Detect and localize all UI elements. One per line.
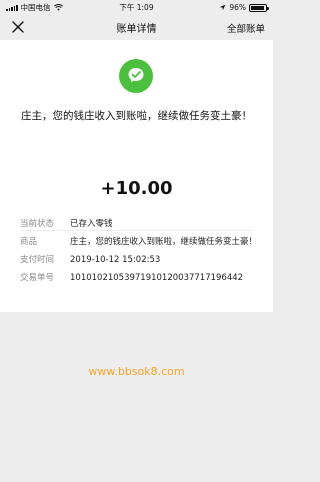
- status-bar: 中国电信 下午 1:09 96%: [0, 0, 273, 15]
- pay-time-value: 2019-10-12 15:02:53: [70, 255, 161, 265]
- battery-percent: 96%: [229, 3, 246, 12]
- transaction-amount: +10.00: [100, 178, 173, 199]
- location-arrow-icon: [220, 4, 226, 11]
- wifi-icon: [53, 4, 63, 11]
- watermark-text: www.bbsok8.com: [88, 365, 185, 378]
- nav-bar: 账单详情 全部账单: [0, 15, 273, 40]
- battery-icon: [249, 3, 269, 12]
- wechat-pay-icon: [119, 59, 153, 93]
- detail-row-status: 当前状态 已存入零钱: [20, 218, 260, 231]
- status-right: 96%: [219, 3, 269, 12]
- pay-time-label: 支付时间: [20, 255, 55, 265]
- detail-row-transaction-id: 交易单号 1010102105397191012003771719644​2: [20, 272, 260, 285]
- detail-list: 当前状态 已存入零钱 商品 庄主，您的钱庄收入到账啦，继续做任务变土豪！ 支付时…: [20, 218, 260, 290]
- status-left: 中国电信: [6, 2, 63, 13]
- battery-level: [251, 5, 265, 10]
- product-label: 商品: [20, 237, 38, 247]
- status-label: 当前状态: [20, 219, 55, 229]
- close-icon[interactable]: [10, 19, 26, 35]
- transaction-id-label: 交易单号: [20, 273, 55, 283]
- all-bills-button[interactable]: 全部账单: [227, 21, 265, 35]
- carrier-label: 中国电信: [20, 3, 51, 12]
- page-title: 账单详情: [116, 24, 157, 35]
- signal-icon: [6, 4, 18, 11]
- transaction-headline: 庄主，您的钱庄收入到账啦，继续做任务变土豪！: [21, 110, 252, 122]
- product-value: 庄主，您的钱庄收入到账啦，继续做任务变土豪！: [70, 237, 258, 247]
- detail-row-product: 商品 庄主，您的钱庄收入到账啦，继续做任务变土豪！: [20, 236, 260, 249]
- status-value: 已存入零钱: [70, 219, 113, 229]
- detail-row-pay-time: 支付时间 2019-10-12 15:02:53: [20, 254, 260, 267]
- transaction-id-value[interactable]: 1010102105397191012003771719644​2: [70, 272, 260, 285]
